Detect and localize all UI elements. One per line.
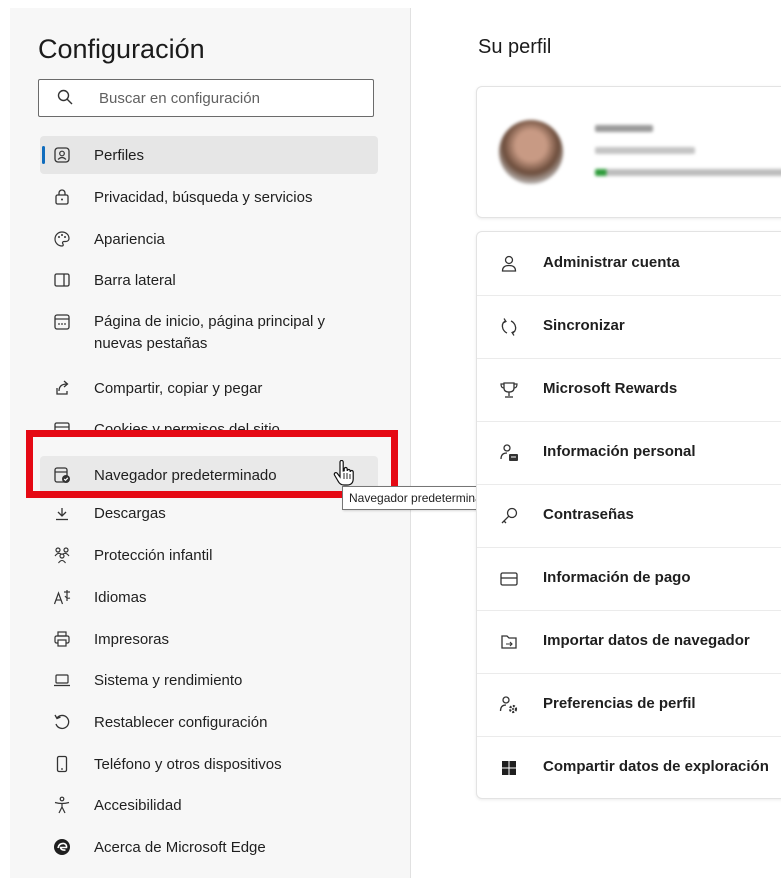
palette-icon — [54, 231, 70, 247]
sidebar-item-label: Cookies y permisos del sitio — [94, 421, 280, 438]
phone-icon — [56, 755, 68, 773]
sidebar-item-barra-lateral[interactable]: Barra lateral — [40, 261, 378, 299]
sidebar-item-navegador-predeterminado[interactable]: Navegador predeterminado — [40, 456, 378, 494]
laptop-icon — [54, 674, 70, 687]
menu-row-administrar-cuenta[interactable]: Administrar cuenta — [477, 232, 781, 296]
sidebar-item-idiomas[interactable]: Idiomas — [40, 578, 378, 616]
personal-info-icon — [500, 444, 518, 461]
menu-row-informacion-pago[interactable]: Información de pago — [477, 547, 781, 611]
sidebar-item-label: Impresoras — [94, 631, 170, 648]
menu-row-informacion-personal[interactable]: Información personal — [477, 421, 781, 485]
lock-icon — [55, 189, 69, 205]
printer-icon — [54, 631, 70, 647]
sidebar-item-pagina-inicio[interactable]: Página de inicio, página principal y nue… — [40, 303, 378, 363]
language-icon — [53, 590, 71, 605]
profile-icon — [54, 147, 70, 163]
sidebar-layout-icon — [54, 273, 70, 287]
sidebar-item-label: Accesibilidad — [94, 797, 182, 814]
reset-icon — [54, 714, 70, 730]
new-tab-icon — [54, 314, 70, 330]
card-icon — [500, 572, 518, 586]
sidebar-item-impresoras[interactable]: Impresoras — [40, 620, 378, 658]
cookie-permissions-icon — [54, 422, 70, 430]
download-icon — [56, 508, 68, 521]
menu-row-label: Información personal — [543, 443, 696, 460]
edge-logo-icon — [54, 839, 70, 855]
sidebar-item-compartir[interactable]: Compartir, copiar y pegar — [40, 369, 378, 407]
sidebar-item-restablecer[interactable]: Restablecer configuración — [40, 703, 378, 741]
key-icon — [501, 507, 518, 524]
sidebar-item-label: Descargas — [94, 505, 166, 522]
sidebar-item-label: Idiomas — [94, 589, 147, 606]
menu-row-label: Información de pago — [543, 569, 691, 586]
sidebar-item-label: Acerca de Microsoft Edge — [94, 839, 266, 856]
sidebar-item-sistema[interactable]: Sistema y rendimiento — [40, 661, 378, 699]
sidebar-item-label: Apariencia — [94, 231, 165, 248]
search-icon — [57, 89, 73, 105]
menu-row-label: Compartir datos de exploración — [543, 758, 769, 775]
sidebar-item-apariencia[interactable]: Apariencia — [40, 220, 378, 258]
menu-row-label: Contraseñas — [543, 506, 634, 523]
sidebar-item-label: Compartir, copiar y pegar — [94, 380, 263, 397]
default-browser-icon — [54, 467, 70, 483]
family-icon — [54, 547, 70, 564]
avatar — [499, 120, 563, 184]
trophy-icon — [500, 382, 518, 398]
sidebar-item-label: Teléfono y otros dispositivos — [94, 756, 282, 773]
menu-row-label: Sincronizar — [543, 317, 625, 334]
menu-row-label: Preferencias de perfil — [543, 695, 696, 712]
import-icon — [501, 635, 517, 649]
settings-search[interactable] — [38, 79, 374, 117]
page-title: Su perfil — [478, 36, 552, 58]
menu-row-preferencias-perfil[interactable]: Preferencias de perfil — [477, 673, 781, 737]
blurred-profile-name — [595, 125, 653, 132]
sidebar-item-label: Barra lateral — [94, 272, 176, 289]
sidebar-item-label: Sistema y rendimiento — [94, 672, 243, 689]
accessibility-icon — [54, 796, 70, 814]
sidebar-item-perfiles[interactable]: Perfiles — [40, 136, 378, 174]
sidebar-item-cookies[interactable]: Cookies y permisos del sitio — [40, 410, 378, 438]
sidebar-item-descargas[interactable]: Descargas — [40, 505, 378, 532]
sidebar-item-label: Perfiles — [94, 147, 145, 164]
profile-prefs-icon — [499, 696, 518, 714]
blurred-sync-status — [595, 169, 781, 176]
menu-row-label: Microsoft Rewards — [543, 380, 678, 397]
sidebar-item-telefono[interactable]: Teléfono y otros dispositivos — [40, 745, 378, 783]
sidebar-item-accesibilidad[interactable]: Accesibilidad — [40, 786, 378, 824]
hand-cursor-icon — [333, 460, 354, 486]
menu-row-microsoft-rewards[interactable]: Microsoft Rewards — [477, 358, 781, 422]
blurred-profile-email — [595, 147, 695, 154]
sidebar-item-label: Protección infantil — [94, 547, 213, 564]
menu-row-label: Administrar cuenta — [543, 254, 680, 271]
sync-icon — [501, 318, 517, 336]
profile-menu-list: Administrar cuenta Sincronizar Microsoft… — [476, 231, 781, 799]
sidebar-item-label: Página de inicio, página principal y nue… — [94, 313, 325, 352]
sidebar-item-proteccion-infantil[interactable]: Protección infantil — [40, 536, 378, 574]
menu-row-label: Importar datos de navegador — [543, 632, 750, 649]
person-icon — [501, 255, 517, 272]
menu-row-contrasenas[interactable]: Contraseñas — [477, 484, 781, 548]
settings-title: Configuración — [38, 34, 205, 64]
sidebar-item-acerca-de[interactable]: Acerca de Microsoft Edge — [40, 828, 378, 866]
search-input[interactable] — [97, 80, 361, 116]
share-icon — [56, 380, 69, 395]
menu-row-sincronizar[interactable]: Sincronizar — [477, 295, 781, 359]
settings-sidebar: Configuración Perfiles Privacidad, búsqu… — [10, 8, 411, 878]
sidebar-item-label: Navegador predeterminado — [94, 467, 277, 484]
sidebar-item-label: Restablecer configuración — [94, 714, 268, 731]
profile-card[interactable] — [476, 86, 781, 218]
sidebar-item-label: Privacidad, búsqueda y servicios — [94, 189, 313, 206]
menu-row-compartir-datos[interactable]: Compartir datos de exploración — [477, 736, 781, 799]
sidebar-item-privacidad[interactable]: Privacidad, búsqueda y servicios — [40, 178, 378, 216]
menu-row-importar-datos[interactable]: Importar datos de navegador — [477, 610, 781, 674]
windows-icon — [502, 761, 516, 775]
